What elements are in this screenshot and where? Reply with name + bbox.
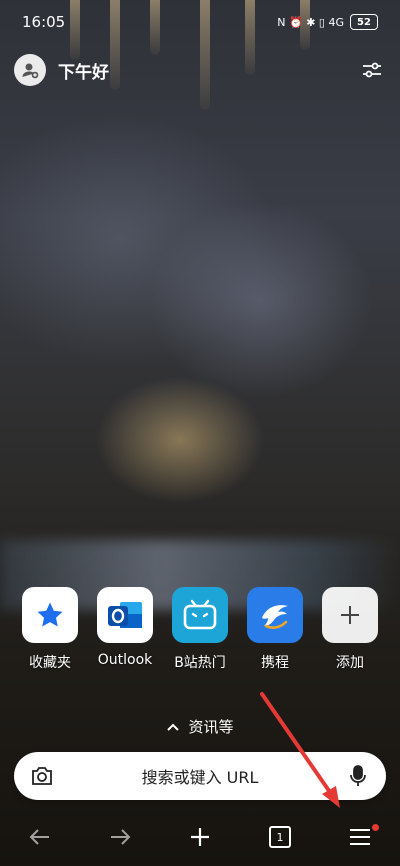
forward-arrow-icon[interactable]	[95, 815, 145, 859]
greeting-header: 下午好	[14, 54, 109, 86]
camera-icon[interactable]	[14, 765, 70, 787]
shortcut-label: B站热门	[174, 655, 226, 671]
search-input[interactable]: 搜索或键入 URL	[70, 764, 330, 788]
shortcut-favorites[interactable]: 收藏夹	[20, 587, 80, 672]
back-arrow-icon[interactable]	[15, 815, 65, 859]
chevron-up-icon	[167, 723, 180, 731]
star-icon	[22, 587, 78, 643]
shortcut-label: Outlook	[97, 652, 153, 668]
add-user-avatar-icon[interactable]	[14, 54, 46, 86]
status-bar: 16:05 N ⏰ ✱ ▯ 4G 52	[0, 0, 400, 44]
news-label: 资讯等	[188, 718, 234, 736]
ctrip-dolphin-icon	[247, 587, 303, 643]
tab-count: 1	[269, 826, 291, 848]
settings-sliders-icon[interactable]	[358, 56, 386, 84]
menu-hamburger-icon[interactable]	[335, 815, 385, 859]
shortcut-label: 携程	[261, 655, 289, 671]
shortcut-grid: 收藏夹 Outlook B站热门 携程 添加	[20, 587, 380, 672]
bilibili-icon	[172, 587, 228, 643]
shortcut-outlook[interactable]: Outlook	[95, 587, 155, 672]
outlook-icon	[97, 587, 153, 643]
news-expand-toggle[interactable]: 资讯等	[0, 716, 400, 737]
shortcut-bilibili[interactable]: B站热门	[170, 587, 230, 672]
tabs-button[interactable]: 1	[255, 815, 305, 859]
shortcut-ctrip[interactable]: 携程	[245, 587, 305, 672]
shortcut-label: 添加	[336, 655, 364, 671]
notification-dot	[372, 824, 379, 831]
shortcut-label: 收藏夹	[29, 655, 71, 671]
plus-icon	[322, 587, 378, 643]
battery-indicator: 52	[350, 14, 378, 30]
shortcut-add[interactable]: 添加	[320, 587, 380, 672]
status-icons: N ⏰ ✱ ▯ 4G	[277, 15, 344, 29]
greeting-text: 下午好	[58, 62, 109, 83]
microphone-icon[interactable]	[330, 764, 386, 788]
new-tab-plus-icon[interactable]	[175, 815, 225, 859]
status-time: 16:05	[22, 13, 66, 31]
bottom-navigation: 1	[0, 812, 400, 862]
search-bar[interactable]: 搜索或键入 URL	[14, 752, 386, 800]
